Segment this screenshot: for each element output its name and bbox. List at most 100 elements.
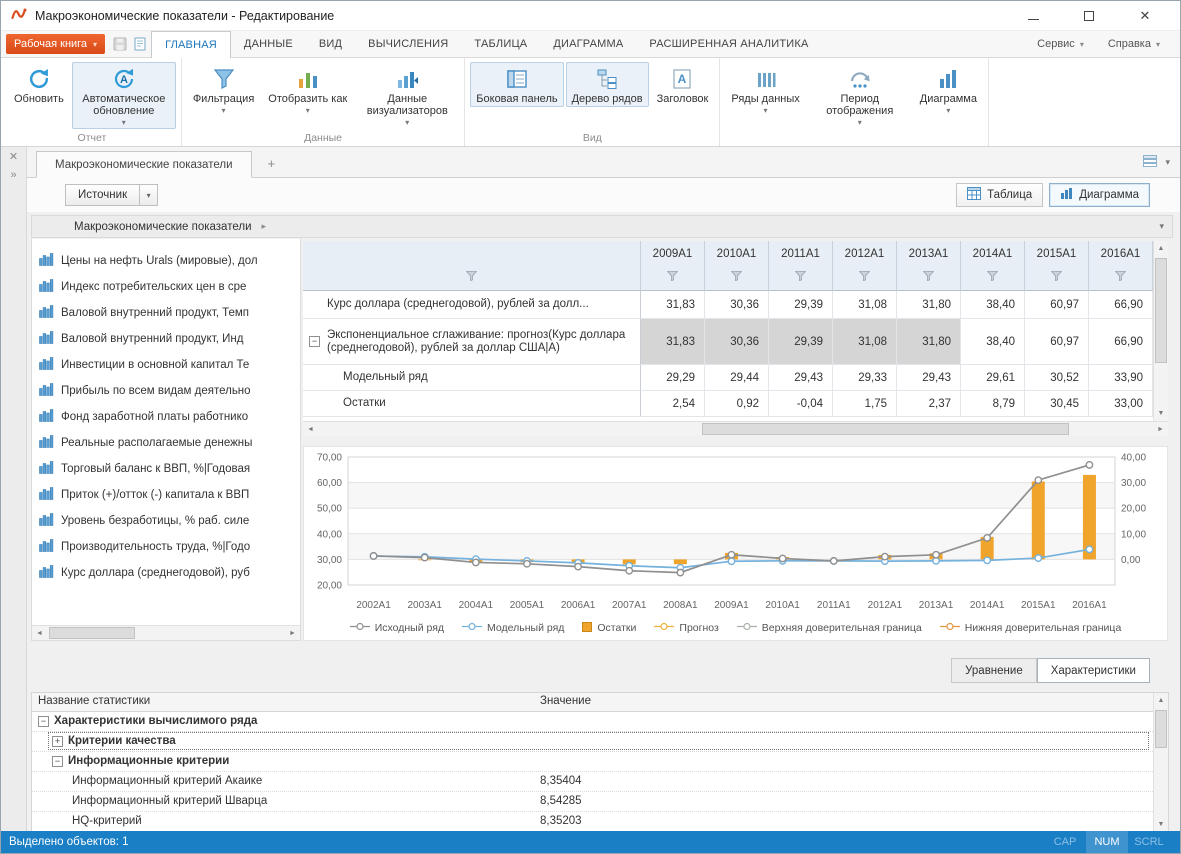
collapse-toggle[interactable]: − bbox=[38, 716, 49, 727]
maximize-button[interactable] bbox=[1078, 5, 1100, 27]
scroll-thumb[interactable] bbox=[702, 423, 1069, 435]
table-cell[interactable]: 66,90 bbox=[1089, 291, 1153, 319]
ribbon-button-filtering[interactable]: Фильтрация▾ bbox=[187, 62, 260, 117]
table-cell[interactable]: 66,90 bbox=[1089, 319, 1153, 365]
table-cell[interactable]: 31,83 bbox=[641, 319, 705, 365]
scroll-left-icon[interactable]: ◄ bbox=[303, 422, 318, 436]
scroll-thumb[interactable] bbox=[1155, 258, 1167, 363]
tree-item[interactable]: Производительность труда, %|Годо bbox=[32, 534, 300, 560]
table-cell[interactable]: 38,40 bbox=[961, 319, 1025, 365]
document-tab[interactable]: Макроэкономические показатели bbox=[36, 151, 252, 178]
column-header-2010A1[interactable]: 2010A1 bbox=[705, 241, 769, 291]
filter-icon[interactable] bbox=[466, 271, 477, 284]
ribbon-button-display-period[interactable]: Период отображения▾ bbox=[808, 62, 912, 129]
table-cell[interactable]: 30,36 bbox=[705, 291, 769, 319]
horizontal-scrollbar[interactable]: ◄ ► bbox=[303, 421, 1168, 436]
scroll-up-icon[interactable]: ▲ bbox=[1154, 693, 1168, 708]
statistics-row[interactable]: Информационный критерий Шварца8,54285 bbox=[32, 792, 1153, 812]
column-header-2013A1[interactable]: 2013A1 bbox=[897, 241, 961, 291]
ribbon-button-refresh[interactable]: Обновить bbox=[8, 62, 70, 107]
scroll-down-icon[interactable]: ▼ bbox=[1154, 817, 1168, 832]
table-cell[interactable]: 60,97 bbox=[1025, 291, 1089, 319]
scroll-right-icon[interactable]: ► bbox=[285, 626, 300, 640]
tree-item[interactable]: Прибыль по всем видам деятельно bbox=[32, 378, 300, 404]
ribbon-tab-advanced-analytics[interactable]: РАСШИРЕННАЯ АНАЛИТИКА bbox=[636, 31, 821, 58]
filter-icon[interactable] bbox=[1051, 271, 1062, 284]
ribbon-button-visualizer-data[interactable]: Данные визуализаторов▾ bbox=[355, 62, 459, 129]
statistics-row[interactable]: +Критерии качества bbox=[32, 732, 1153, 752]
scroll-down-icon[interactable]: ▼ bbox=[1154, 406, 1168, 421]
table-cell[interactable]: 31,80 bbox=[897, 319, 961, 365]
statistics-row[interactable]: −Информационные критерии bbox=[32, 752, 1153, 772]
ribbon-tab-view[interactable]: ВИД bbox=[306, 31, 355, 58]
statistics-row[interactable]: HQ-критерий8,35203 bbox=[32, 812, 1153, 832]
statistics-row[interactable]: −Характеристики вычислимого ряда bbox=[32, 712, 1153, 732]
ribbon-tab-calculations[interactable]: ВЫЧИСЛЕНИЯ bbox=[355, 31, 461, 58]
tree-item[interactable]: Приток (+)/отток (-) капитала к ВВП bbox=[32, 482, 300, 508]
minimize-button[interactable] bbox=[1022, 5, 1044, 27]
table-cell[interactable]: 29,29 bbox=[641, 365, 705, 391]
table-cell[interactable]: 8,79 bbox=[961, 391, 1025, 417]
column-header-2016A1[interactable]: 2016A1 bbox=[1089, 241, 1153, 291]
scroll-up-icon[interactable]: ▲ bbox=[1154, 241, 1168, 256]
table-view-button[interactable]: Таблица bbox=[956, 183, 1043, 207]
scroll-left-icon[interactable]: ◄ bbox=[32, 626, 47, 640]
tree-item[interactable]: Уровень безработицы, % раб. силе bbox=[32, 508, 300, 534]
new-tab-button[interactable]: + bbox=[268, 158, 276, 170]
scroll-thumb[interactable] bbox=[49, 627, 135, 639]
row-label-column-header[interactable] bbox=[303, 241, 641, 291]
ribbon-tab-chart[interactable]: ДИАГРАММА bbox=[540, 31, 636, 58]
table-cell[interactable]: 29,39 bbox=[769, 319, 833, 365]
filter-icon[interactable] bbox=[667, 271, 678, 284]
preview-icon[interactable] bbox=[131, 35, 149, 53]
ribbon-tab-home[interactable]: ГЛАВНАЯ bbox=[151, 31, 231, 59]
filter-icon[interactable] bbox=[1115, 271, 1126, 284]
collapse-toggle[interactable]: − bbox=[52, 756, 63, 767]
ribbon-button-data-series[interactable]: Ряды данных▾ bbox=[725, 62, 805, 117]
source-button[interactable]: Источник ▾ bbox=[65, 184, 158, 206]
tree-item[interactable]: Реальные располагаемые денежны bbox=[32, 430, 300, 456]
table-cell[interactable]: 29,61 bbox=[961, 365, 1025, 391]
table-cell[interactable]: 29,43 bbox=[897, 365, 961, 391]
column-header-2009A1[interactable]: 2009A1 bbox=[641, 241, 705, 291]
table-cell[interactable]: 0,92 bbox=[705, 391, 769, 417]
tree-item[interactable]: Курс доллара (среднегодовой), руб bbox=[32, 560, 300, 586]
help-menu[interactable]: Справка▾ bbox=[1098, 38, 1170, 50]
chevron-down-icon[interactable]: ▾ bbox=[140, 184, 158, 206]
vertical-scrollbar[interactable]: ▲ ▼ bbox=[1153, 693, 1168, 832]
statistics-row[interactable]: Информационный критерий Акаике8,35404 bbox=[32, 772, 1153, 792]
ribbon-button-chart[interactable]: Диаграмма▾ bbox=[914, 62, 983, 117]
row-label[interactable]: Остатки bbox=[303, 391, 641, 417]
table-cell[interactable]: 2,54 bbox=[641, 391, 705, 417]
table-cell[interactable]: 2,37 bbox=[897, 391, 961, 417]
panel-header[interactable]: Макроэкономические показатели ▸ ▾ bbox=[31, 215, 1173, 238]
column-header-2014A1[interactable]: 2014A1 bbox=[961, 241, 1025, 291]
table-cell[interactable]: 29,33 bbox=[833, 365, 897, 391]
row-label[interactable]: Курс доллара (среднегодовой), рублей за … bbox=[303, 291, 641, 319]
tree-item[interactable]: Индекс потребительских цен в сре bbox=[32, 274, 300, 300]
table-cell[interactable]: 31,08 bbox=[833, 291, 897, 319]
workbook-menu-button[interactable]: Рабочая книга▾ bbox=[6, 34, 105, 54]
scroll-thumb[interactable] bbox=[1155, 710, 1167, 748]
table-cell[interactable]: 30,52 bbox=[1025, 365, 1089, 391]
tree-item[interactable]: Торговый баланс к ВВП, %|Годовая bbox=[32, 456, 300, 482]
table-cell[interactable]: 29,44 bbox=[705, 365, 769, 391]
ribbon-button-auto-refresh[interactable]: AАвтоматическое обновление▾ bbox=[72, 62, 176, 129]
tree-item[interactable]: Валовой внутренний продукт, Инд bbox=[32, 326, 300, 352]
ribbon-tab-table[interactable]: ТАБЛИЦА bbox=[461, 31, 540, 58]
ribbon-button-display-as[interactable]: Отобразить как▾ bbox=[262, 62, 353, 117]
table-cell[interactable]: 1,75 bbox=[833, 391, 897, 417]
ribbon-button-side-panel[interactable]: Боковая панель bbox=[470, 62, 563, 107]
table-cell[interactable]: 38,40 bbox=[961, 291, 1025, 319]
filter-icon[interactable] bbox=[923, 271, 934, 284]
table-cell[interactable]: 31,08 bbox=[833, 319, 897, 365]
table-cell[interactable]: 29,43 bbox=[769, 365, 833, 391]
table-cell[interactable]: 33,90 bbox=[1089, 365, 1153, 391]
vertical-scrollbar[interactable]: ▲ ▼ bbox=[1153, 241, 1168, 421]
table-cell[interactable]: 33,00 bbox=[1089, 391, 1153, 417]
chevron-down-icon[interactable]: ▾ bbox=[1165, 157, 1170, 168]
characteristics-tab[interactable]: Характеристики bbox=[1037, 658, 1150, 683]
column-header-2011A1[interactable]: 2011A1 bbox=[769, 241, 833, 291]
close-button[interactable]: ✕ bbox=[1134, 5, 1156, 27]
table-cell[interactable]: -0,04 bbox=[769, 391, 833, 417]
